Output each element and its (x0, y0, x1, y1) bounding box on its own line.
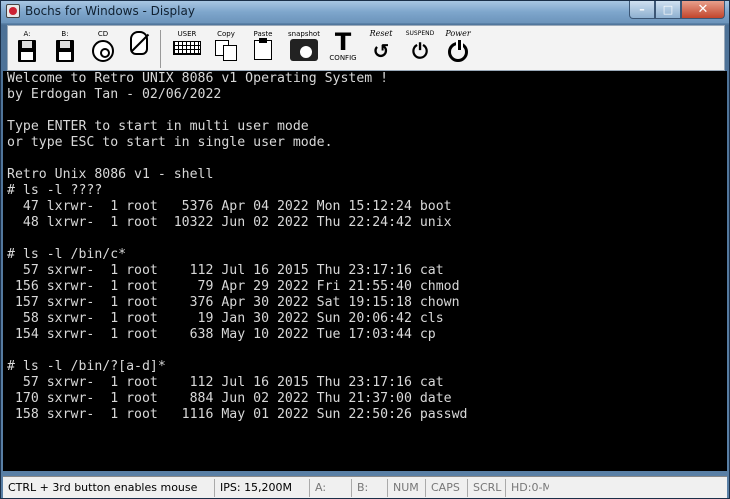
toolbar-separator (160, 30, 161, 68)
floppy-a-label: A: (23, 30, 31, 38)
cdrom-label: CD (97, 30, 109, 38)
suspend-label: SUSPEND (405, 30, 435, 37)
status-floppy-a: A: (309, 479, 349, 497)
terminal-line: Welcome to Retro UNIX 8086 v1 Operating … (7, 71, 389, 86)
bochs-window: Bochs for Windows - Display – □ ✕ A: B: … (0, 0, 730, 499)
copy-icon (215, 40, 237, 61)
status-floppy-b: B: (351, 479, 386, 497)
terminal-line: 158 sxrwr- 1 root 1116 May 01 2022 Sun 2… (7, 407, 468, 422)
copy-button[interactable]: Copy (211, 30, 241, 68)
floppy-icon (56, 40, 74, 62)
terminal-line: Type ENTER to start in multi user mode (7, 119, 309, 134)
status-hard-disk: HD:0-M (505, 479, 549, 497)
reset-icon: ↺ (372, 39, 390, 63)
status-caps-lock: CAPS (425, 479, 467, 497)
terminal-line: 58 sxrwr- 1 root 19 Jan 30 2022 Sun 20:0… (7, 311, 444, 326)
power-label: Power (445, 29, 471, 38)
window-controls: – □ ✕ (629, 1, 725, 19)
snapshot-button[interactable]: snapshot (284, 30, 324, 68)
floppy-b-button[interactable]: B: (52, 30, 78, 68)
status-num-lock: NUM (387, 479, 425, 497)
floppy-icon (18, 40, 36, 62)
terminal-line: 57 sxrwr- 1 root 112 Jul 16 2015 Thu 23:… (7, 375, 444, 390)
terminal-line: 156 sxrwr- 1 root 79 Apr 29 2022 Fri 21:… (7, 279, 460, 294)
emulator-display[interactable]: Welcome to Retro UNIX 8086 v1 Operating … (3, 71, 727, 471)
terminal-line: # ls -l ???? (7, 183, 103, 198)
power-button[interactable]: Power (440, 30, 476, 68)
config-label: CONFIG (329, 54, 357, 62)
reset-button[interactable]: Reset ↺ (364, 30, 398, 68)
terminal-line: 154 sxrwr- 1 root 638 May 10 2022 Tue 17… (7, 327, 436, 342)
paste-button[interactable]: Paste (248, 30, 278, 68)
config-button[interactable]: T CONFIG (326, 30, 360, 68)
status-scroll-lock: SCRL (467, 479, 505, 497)
terminal-output: Welcome to Retro UNIX 8086 v1 Operating … (7, 71, 468, 471)
user-button[interactable]: USER (170, 30, 204, 68)
title-bar[interactable]: Bochs for Windows - Display – □ ✕ (1, 1, 729, 23)
status-bar: CTRL + 3rd button enables mouse IPS: 15,… (3, 476, 727, 498)
copy-label: Copy (217, 30, 235, 38)
floppy-a-button[interactable]: A: (14, 30, 40, 68)
status-mouse-hint: CTRL + 3rd button enables mouse (8, 481, 198, 494)
terminal-line: 47 lxrwr- 1 root 5376 Apr 04 2022 Mon 15… (7, 199, 452, 214)
mouse-button[interactable] (125, 30, 153, 68)
floppy-b-label: B: (61, 30, 69, 38)
terminal-line: Retro Unix 8086 v1 - shell (7, 167, 214, 182)
power-icon (448, 40, 468, 62)
paste-icon (254, 38, 272, 60)
paste-label: Paste (253, 30, 273, 38)
mouse-disabled-icon (130, 31, 148, 55)
terminal-line: 157 sxrwr- 1 root 376 Apr 30 2022 Sat 19… (7, 295, 460, 310)
keyboard-icon (173, 41, 201, 55)
window-title: Bochs for Windows - Display (25, 4, 195, 18)
config-tools-icon: T (334, 28, 352, 56)
terminal-line: # ls -l /bin/?[a-d]* (7, 359, 166, 374)
terminal-line: 48 lxrwr- 1 root 10322 Jun 02 2022 Thu 2… (7, 215, 452, 230)
cdrom-icon (92, 40, 114, 62)
camera-icon (290, 39, 318, 61)
reset-label: Reset (369, 29, 393, 38)
user-label: USER (177, 30, 197, 38)
toolbar: A: B: CD USER Copy Paste snapshot T CONF… (7, 25, 725, 71)
status-ips: IPS: 15,200M (214, 479, 304, 497)
snapshot-label: snapshot (288, 30, 320, 38)
app-icon (6, 4, 20, 18)
close-button[interactable]: ✕ (681, 1, 725, 19)
terminal-line: 57 sxrwr- 1 root 112 Jul 16 2015 Thu 23:… (7, 263, 444, 278)
terminal-line: by Erdogan Tan - 02/06/2022 (7, 87, 222, 102)
terminal-line: or type ESC to start in single user mode… (7, 135, 333, 150)
minimize-button[interactable]: – (629, 1, 655, 19)
suspend-button[interactable]: SUSPEND ⏻ (402, 30, 438, 68)
maximize-button[interactable]: □ (655, 1, 681, 19)
suspend-icon: ⏻ (412, 39, 428, 63)
terminal-line: 170 sxrwr- 1 root 884 Jun 02 2022 Thu 21… (7, 391, 452, 406)
terminal-line: # ls -l /bin/c* (7, 247, 127, 262)
cdrom-button[interactable]: CD (88, 30, 118, 68)
